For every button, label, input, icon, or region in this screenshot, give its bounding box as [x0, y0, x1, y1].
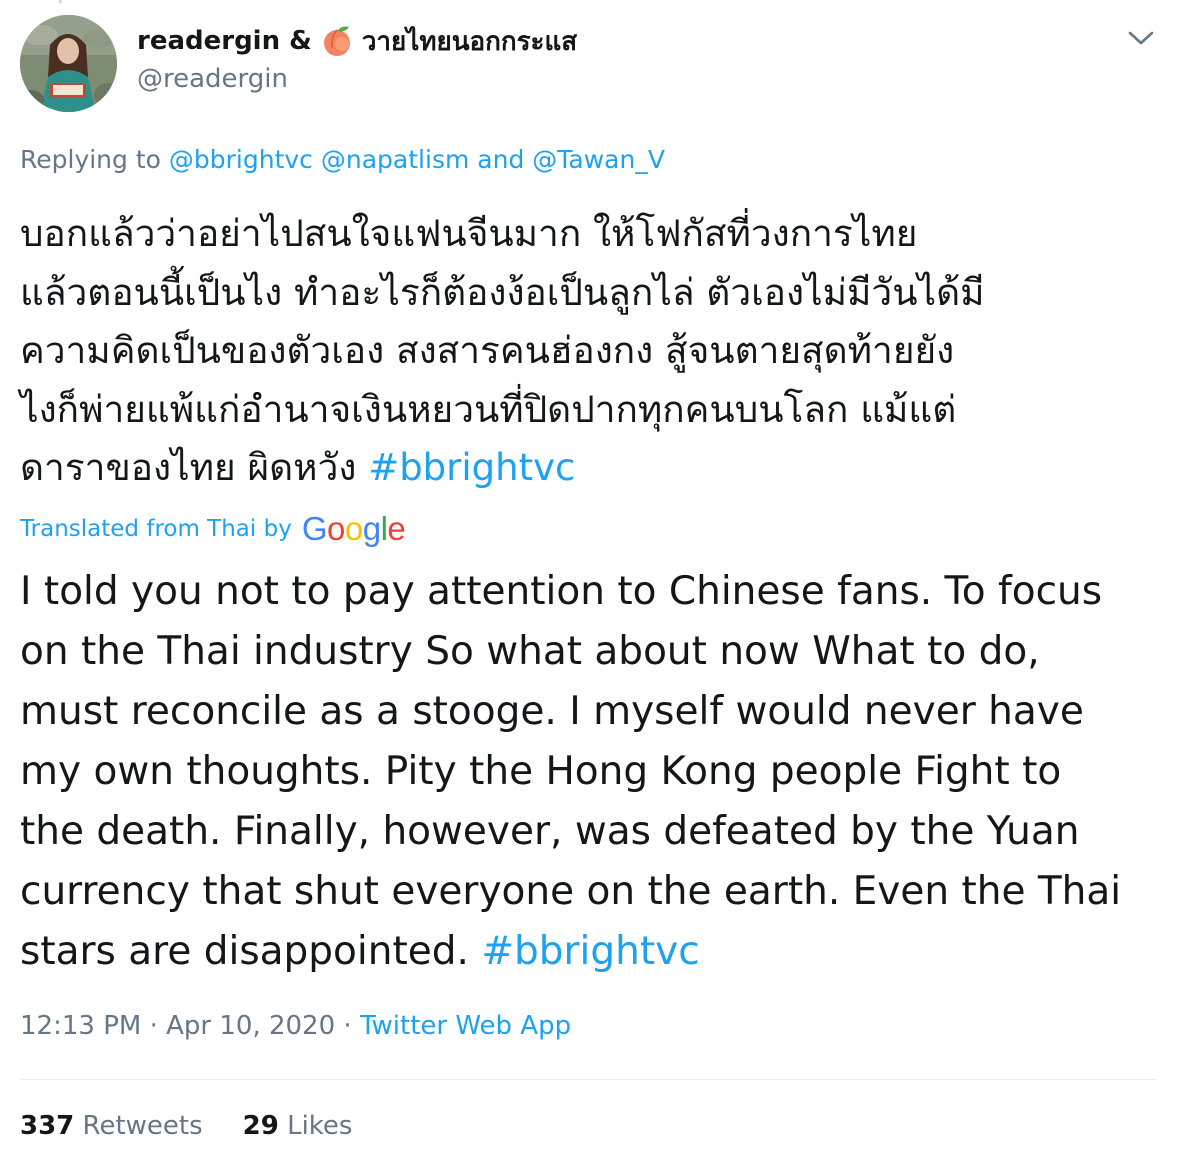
- divider: [20, 1079, 1156, 1080]
- mention-tawan-v[interactable]: @Tawan_V: [532, 145, 665, 174]
- likes-count: 29: [242, 1111, 279, 1141]
- mention-joiner[interactable]: and: [477, 145, 524, 174]
- tweet-time[interactable]: 12:13 PM: [20, 1011, 141, 1041]
- chevron-down-icon[interactable]: [1126, 26, 1156, 50]
- mention-bbrightvc[interactable]: @bbrightvc: [169, 145, 313, 174]
- meta-separator-1: ·: [149, 1011, 158, 1041]
- hashtag-link-translated[interactable]: #bbrightvc: [481, 929, 699, 974]
- reply-context: Replying to @bbrightvc @napatlism and @T…: [20, 145, 665, 174]
- retweets-stat[interactable]: 337 Retweets: [20, 1111, 203, 1141]
- english-line-2: on the Thai industry So what about now W…: [20, 629, 1040, 674]
- hashtag-link[interactable]: #bbrightvc: [368, 446, 575, 489]
- english-line-3: must reconcile as a stooge. I myself wou…: [20, 689, 1084, 734]
- source-app-link[interactable]: Twitter Web App: [360, 1011, 571, 1041]
- english-line-5: the death. Finally, however, was defeate…: [20, 809, 1080, 854]
- english-line-4: my own thoughts. Pity the Hong Kong peop…: [20, 749, 1062, 794]
- author-display-name[interactable]: readergin & วายไทยนอกกระแส: [137, 21, 577, 61]
- likes-label: Likes: [287, 1111, 353, 1141]
- translation-attribution: Translated from Thai by Google: [20, 510, 406, 547]
- thai-line-4: ไงก็พ่ายแพ้แก่อำนาจเงินหยวนที่ปิดปากทุกค…: [20, 387, 957, 431]
- english-line-1: I told you not to pay attention to Chine…: [20, 569, 1103, 614]
- tweet-detail: readergin & วายไทยนอกกระแส @readergin Re…: [0, 0, 1188, 1174]
- google-letter-g: G: [301, 510, 328, 547]
- google-letter-o2: o: [344, 510, 363, 547]
- display-name-suffix: วายไทยนอกกระแส: [361, 26, 578, 57]
- thai-line-3: ความคิดเป็นของตัวเอง สงสารคนฮ่องกง สู้จน…: [20, 329, 955, 372]
- translated-label: Translated from Thai by: [20, 516, 292, 542]
- google-letter-o1: o: [326, 510, 345, 547]
- english-line-7: stars are disappointed. #bbrightvc: [20, 922, 1170, 982]
- author-handle[interactable]: @readergin: [137, 64, 288, 94]
- mention-napatlism[interactable]: @napatlism: [321, 145, 469, 174]
- thai-line-1: บอกแล้วว่าอย่าไปสนใจแฟนจีนมาก ให้โฟกัสที…: [20, 212, 918, 255]
- top-edge-fragment: [0, 0, 1188, 3]
- thai-line-5: ดาราของไทย ผิดหวัง #bbrightvc: [20, 439, 1170, 498]
- google-logo: Google: [301, 510, 406, 547]
- tweet-text-thai: บอกแล้วว่าอย่าไปสนใจแฟนจีนมาก ให้โฟกัสที…: [20, 205, 1170, 498]
- tweet-metadata: 12:13 PM · Apr 10, 2020 · Twitter Web Ap…: [20, 1011, 571, 1041]
- engagement-stats: 337 Retweets 29 Likes: [20, 1111, 392, 1141]
- tweet-date[interactable]: Apr 10, 2020: [166, 1011, 335, 1041]
- replying-prefix: Replying to: [20, 145, 161, 174]
- display-name-prefix: readergin &: [137, 26, 312, 56]
- english-line-7-text: stars are disappointed.: [20, 929, 469, 974]
- retweets-label: Retweets: [82, 1111, 203, 1141]
- likes-stat[interactable]: 29 Likes: [243, 1111, 353, 1141]
- english-line-6: currency that shut everyone on the earth…: [20, 869, 1122, 914]
- google-letter-e: e: [387, 510, 406, 547]
- google-letter-g2: g: [362, 510, 381, 547]
- retweets-count: 337: [20, 1111, 75, 1141]
- thai-line-2: แล้วตอนนี้เป็นไง ทำอะไรก็ต้องง้อเป็นลูกไ…: [20, 270, 985, 314]
- peach-emoji-icon: [320, 24, 354, 58]
- avatar[interactable]: [20, 15, 117, 112]
- meta-separator-2: ·: [343, 1011, 352, 1041]
- thai-line-5-text: ดาราของไทย ผิดหวัง: [20, 446, 357, 489]
- tweet-text-translated: I told you not to pay attention to Chine…: [20, 562, 1170, 982]
